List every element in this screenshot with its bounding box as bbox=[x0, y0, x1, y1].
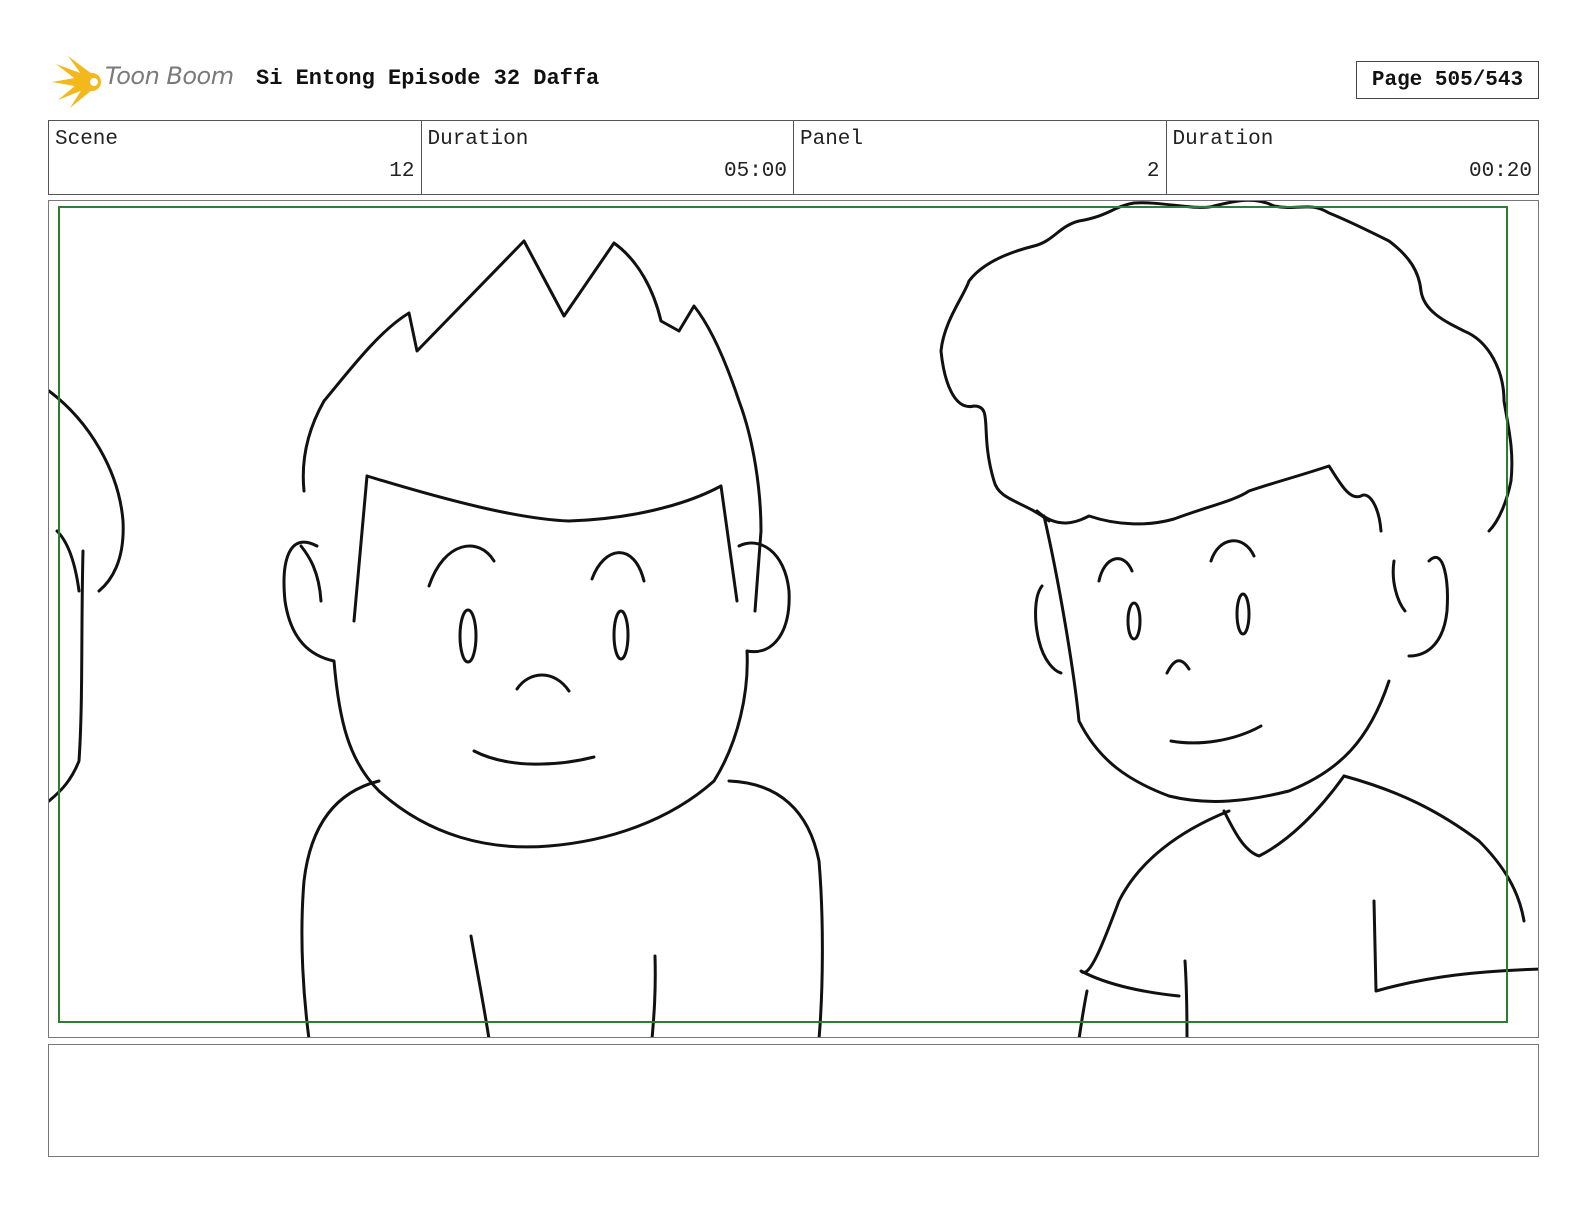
panel-label: Panel bbox=[800, 128, 864, 151]
panel-duration-cell: Duration 00:20 bbox=[1167, 121, 1539, 194]
boy-right-eyebrow-right bbox=[1209, 539, 1256, 563]
safe-frame-guide bbox=[58, 206, 1508, 1023]
boy-right-eyebrow-left bbox=[1097, 557, 1134, 583]
panel-duration-label: Duration bbox=[1172, 128, 1274, 151]
boy-right-nose bbox=[1165, 659, 1191, 675]
boy-left-eyebrow-right bbox=[590, 551, 646, 583]
boy-right-body bbox=[1077, 774, 1538, 1037]
document-title: Si Entong Episode 32 Daffa bbox=[256, 66, 600, 91]
boy-left-hair bbox=[301, 239, 763, 613]
page-number: Page 505/543 bbox=[1356, 61, 1539, 99]
boy-right-mouth bbox=[1169, 724, 1263, 745]
panel-info-table: Scene 12 Duration 05:00 Panel 2 Duration… bbox=[48, 120, 1539, 195]
boy-right-ear bbox=[1407, 556, 1449, 658]
scene-label: Scene bbox=[55, 128, 119, 151]
boy-left-nose bbox=[515, 673, 571, 693]
boy-left-eyebrow-left bbox=[427, 544, 496, 588]
panel-duration-value: 00:20 bbox=[1468, 160, 1532, 183]
boy-right-collar bbox=[1222, 774, 1346, 858]
boy-left-mouth bbox=[472, 749, 596, 766]
scene-value: 12 bbox=[389, 160, 415, 183]
boy-left-eye-right bbox=[612, 609, 630, 661]
scene-duration-label: Duration bbox=[427, 128, 529, 151]
scene-cell: Scene 12 bbox=[49, 121, 422, 194]
boy-left-body bbox=[300, 779, 824, 1037]
scene-duration-cell: Duration 05:00 bbox=[422, 121, 794, 194]
scene-duration-value: 05:00 bbox=[723, 160, 787, 183]
logo-wordmark: Toon Boom bbox=[105, 62, 234, 90]
storyboard-panel-image bbox=[48, 200, 1539, 1038]
boy-right-eye-left bbox=[1126, 601, 1142, 641]
boy-right-eye-right bbox=[1235, 592, 1251, 636]
panel-cell: Panel 2 bbox=[794, 121, 1167, 194]
boy-right-hair bbox=[939, 201, 1514, 533]
panel-value: 2 bbox=[1146, 160, 1160, 183]
boy-left-bangs bbox=[365, 474, 739, 603]
panel-sketch bbox=[49, 201, 1538, 1037]
boy-right-bangs bbox=[1035, 464, 1383, 533]
panel-notes-box bbox=[48, 1044, 1539, 1157]
boy-left-face bbox=[282, 540, 791, 849]
left-character-outline bbox=[49, 389, 125, 593]
boy-left-eye-left bbox=[458, 608, 478, 664]
